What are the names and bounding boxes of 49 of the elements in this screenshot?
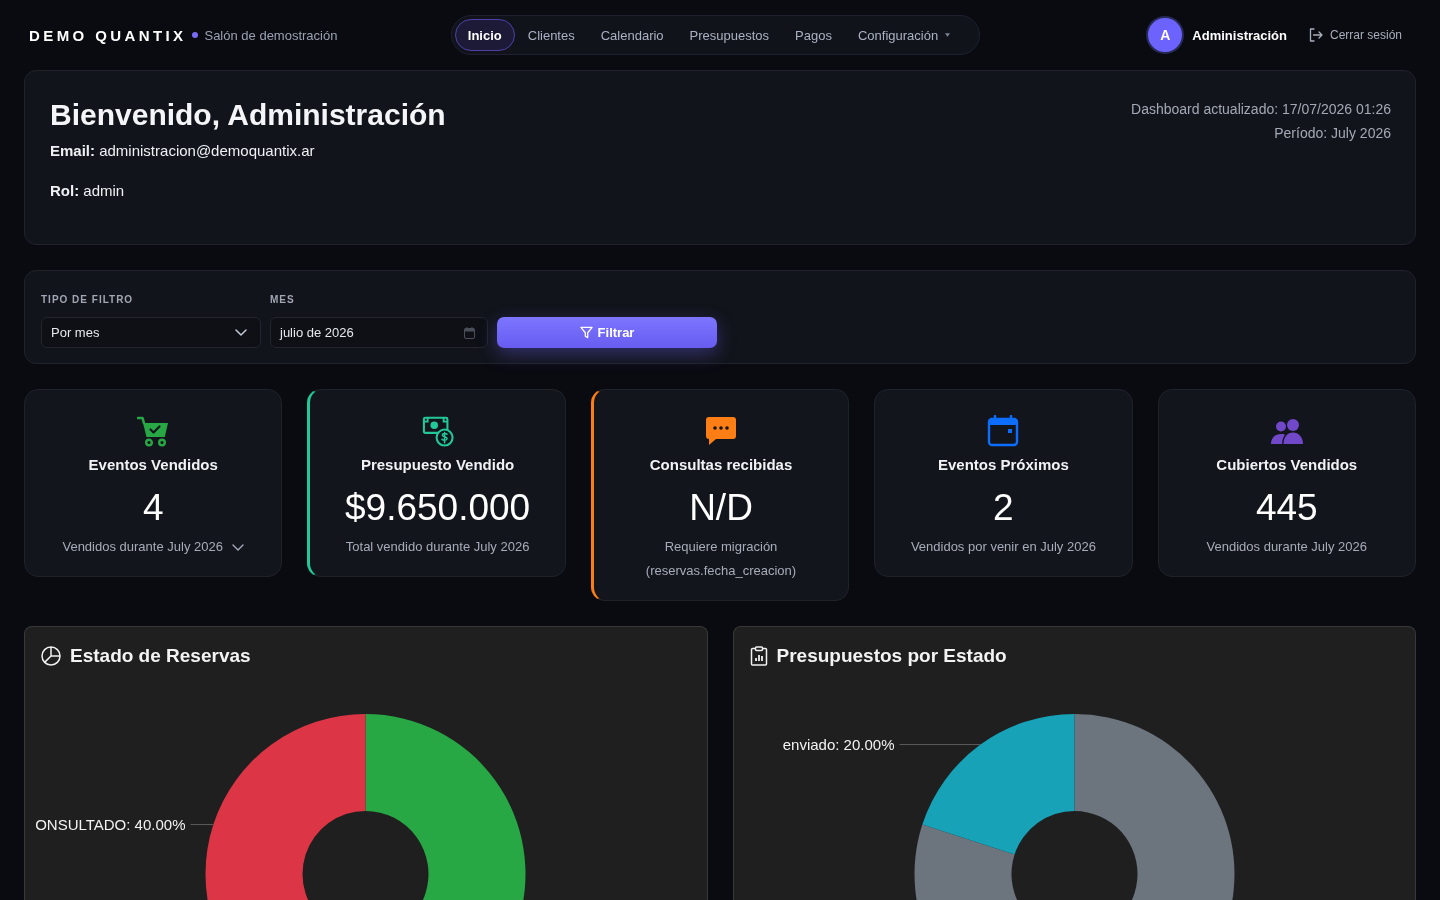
period-text: Período: July 2026 <box>1273 124 1391 143</box>
nav-tab[interactable]: Calendario <box>587 19 677 51</box>
filter-button[interactable]: Filtrar <box>497 317 717 348</box>
stat-title: Eventos Vendidos <box>88 455 218 475</box>
stat-value: 4 <box>142 486 164 530</box>
pie-chart-icon <box>41 646 61 666</box>
logout-button[interactable]: Cerrar sesión <box>1308 28 1402 42</box>
brand-logo[interactable]: DEMO QUANTIX <box>29 26 187 44</box>
user-avatar[interactable]: A <box>1148 18 1183 52</box>
logout-icon <box>1308 28 1323 42</box>
stat-note: Total vendido durante July 2026 <box>345 538 530 556</box>
chart-label: enviado: 20.00% <box>782 735 894 753</box>
leader-line <box>190 824 214 826</box>
chart-title: Estado de Reservas <box>70 645 251 667</box>
nav-tab[interactable]: Inicio <box>454 19 515 51</box>
stat-title: Eventos Próximos <box>937 455 1069 475</box>
field-label: MES <box>270 293 296 307</box>
nav-tab[interactable]: Configuración <box>844 19 964 51</box>
stat-value: N/D <box>689 486 753 530</box>
chart-label: ONSULTADO: 40.00% <box>35 815 186 833</box>
updated-text: Dashboard actualizado: 17/07/2026 01:26 <box>1131 100 1391 119</box>
chevron-down-icon <box>235 329 247 336</box>
stat-title: Cubiertos Vendidos <box>1216 455 1358 475</box>
clipboard-chart-icon <box>749 646 768 666</box>
user-name: Administración <box>1192 27 1287 43</box>
nav-tab[interactable]: Clientes <box>514 19 588 51</box>
chevron-down-icon[interactable] <box>231 543 244 551</box>
stat-note: Vendidos durante July 2026 <box>1206 538 1367 556</box>
filter-icon <box>579 326 593 339</box>
month-field[interactable]: julio de 2026 <box>270 317 488 348</box>
welcome-title: Bienvenido, Administración <box>50 97 446 133</box>
stat-title: Presupuesto Vendido <box>360 455 515 475</box>
stat-title: Consultas recibidas <box>649 455 793 475</box>
stat-value: $9.650.000 <box>345 486 531 530</box>
filter-type-select[interactable]: Por mes <box>41 317 261 348</box>
stat-note: Vendidos por venir en July 2026 <box>910 538 1096 556</box>
nav-tab[interactable]: Pagos <box>782 19 845 51</box>
dot-icon <box>192 32 199 38</box>
chart-title: Presupuestos por Estado <box>776 645 1007 667</box>
field-label: TIPO DE FILTRO <box>41 293 135 307</box>
stat-value: 445 <box>1255 486 1318 530</box>
stat-note: Vendidos durante July 2026 <box>62 538 223 556</box>
email-text: Email: administracion@demoquantix.ar <box>50 141 316 161</box>
role-text: Rol: admin <box>50 181 126 201</box>
nav-tab[interactable]: Presupuestos <box>676 19 783 51</box>
brand-subtitle: Salón de demostración <box>204 27 338 43</box>
stat-note: Requiere migración (reservas.fecha_creacion) <box>644 538 798 580</box>
stat-value: 2 <box>993 486 1014 530</box>
calendar-icon <box>464 326 475 339</box>
